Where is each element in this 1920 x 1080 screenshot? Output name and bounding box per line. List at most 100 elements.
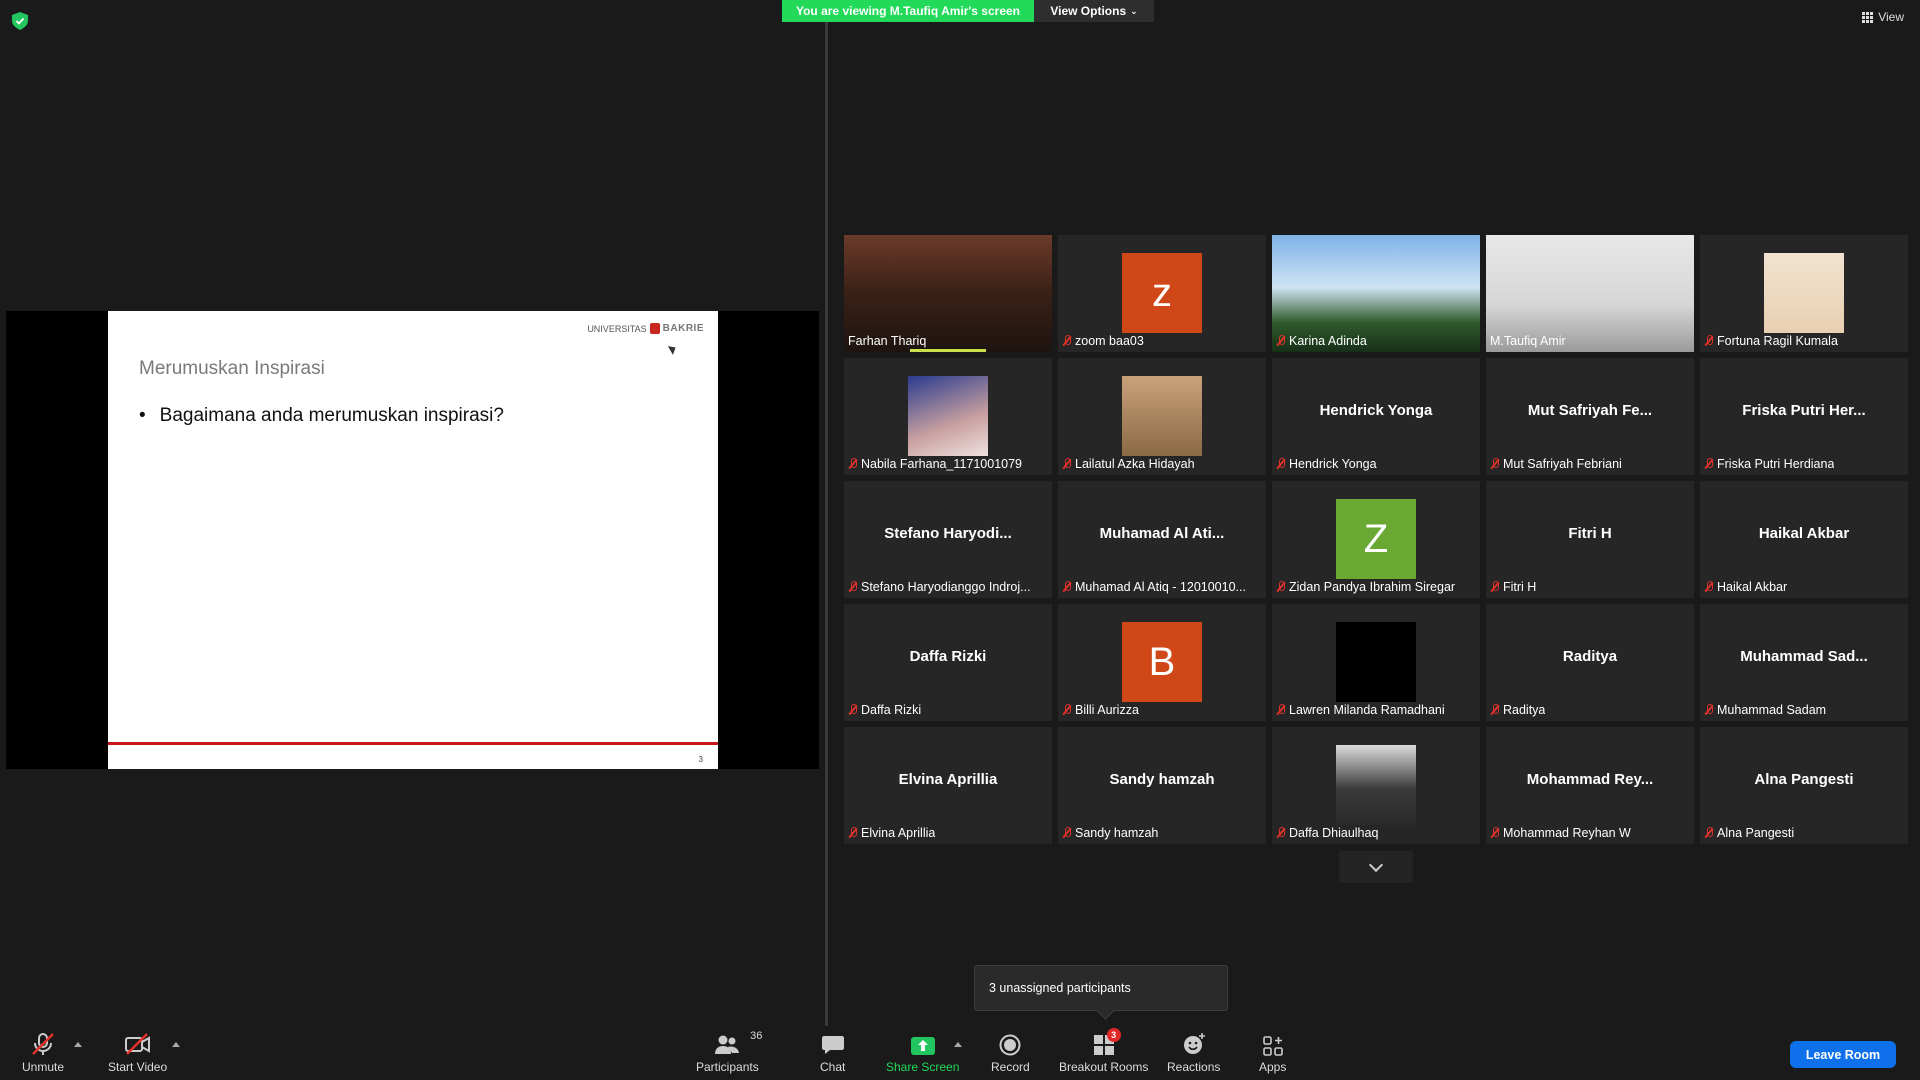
participant-name-label: zoom baa03 [1062, 334, 1144, 348]
slide-title: Merumuskan Inspirasi [139, 358, 325, 379]
grid-icon [1862, 11, 1874, 23]
participant-name-label: M.Taufiq Amir [1490, 334, 1566, 348]
participant-tile[interactable]: B Billi Aurizza [1058, 604, 1266, 721]
breakout-rooms-button[interactable]: 3 Breakout Rooms [1059, 1028, 1148, 1074]
participant-name: Mut Safriyah Febriani [1503, 457, 1622, 471]
participant-tile[interactable]: Daffa Dhiaulhaq [1272, 727, 1480, 844]
participant-tile[interactable]: Fortuna Ragil Kumala [1700, 235, 1908, 352]
apps-label: Apps [1259, 1060, 1287, 1074]
muted-mic-icon [1276, 335, 1286, 347]
participant-tile[interactable]: Muhammad Sad... Muhammad Sadam [1700, 604, 1908, 721]
participant-name-label: Alna Pangesti [1704, 826, 1794, 840]
chat-label: Chat [820, 1060, 846, 1074]
participant-name-label: Daffa Dhiaulhaq [1276, 826, 1378, 840]
chat-button[interactable]: Chat [820, 1032, 845, 1074]
participant-tile[interactable]: Fitri H Fitri H [1486, 481, 1694, 598]
participant-name: Muhamad Al Atiq - 12010010... [1075, 580, 1246, 594]
participant-tile[interactable]: Farhan Thariq [844, 235, 1052, 352]
participant-tile[interactable]: Sandy hamzah Sandy hamzah [1058, 727, 1266, 844]
record-button[interactable]: Record [991, 1032, 1030, 1074]
share-screen-button[interactable]: Share Screen [886, 1032, 959, 1074]
participant-tile[interactable]: Mohammad Rey... Mohammad Reyhan W [1486, 727, 1694, 844]
participant-tile[interactable]: Lailatul Azka Hidayah [1058, 358, 1266, 475]
unmute-button[interactable]: Unmute [22, 1032, 64, 1074]
participant-avatar [908, 376, 988, 456]
participant-name: Elvina Aprillia [861, 826, 936, 840]
participant-name-label: Stefano Haryodianggo Indroj... [848, 580, 1031, 594]
participant-tile[interactable]: Stefano Haryodi... Stefano Haryodianggo I… [844, 481, 1052, 598]
participant-name-label: Fitri H [1490, 580, 1536, 594]
participant-display-name: Daffa Rizki [909, 648, 987, 665]
participant-name: Daffa Rizki [861, 703, 922, 717]
participant-name: zoom baa03 [1075, 334, 1144, 348]
muted-mic-icon [1276, 581, 1286, 593]
participant-tile[interactable]: Haikal Akbar Haikal Akbar [1700, 481, 1908, 598]
view-button[interactable]: View [1862, 10, 1904, 24]
participant-tile[interactable]: Daffa Rizki Daffa Rizki [844, 604, 1052, 721]
participant-tile[interactable]: Friska Putri Her... Friska Putri Herdiana [1700, 358, 1908, 475]
logo-mark-icon [649, 323, 660, 334]
participant-tile[interactable]: Alna Pangesti Alna Pangesti [1700, 727, 1908, 844]
participant-name-label: Lawren Milanda Ramadhani [1276, 703, 1445, 717]
split-divider[interactable] [825, 22, 828, 1028]
participant-name: Fortuna Ragil Kumala [1717, 334, 1838, 348]
muted-mic-icon [1704, 458, 1714, 470]
meeting-toolbar: Unmute Start Video 36 Participants Chat … [0, 1026, 1920, 1080]
view-label: View [1878, 10, 1904, 24]
leave-room-button[interactable]: Leave Room [1790, 1041, 1896, 1068]
participant-display-name: Friska Putri Her... [1742, 402, 1866, 419]
muted-mic-icon [1490, 581, 1500, 593]
participant-tile[interactable]: Elvina Aprillia Elvina Aprillia [844, 727, 1052, 844]
muted-mic-icon [1062, 335, 1072, 347]
muted-mic-icon [1276, 458, 1286, 470]
participant-name: Lawren Milanda Ramadhani [1289, 703, 1445, 717]
participant-name-label: Lailatul Azka Hidayah [1062, 457, 1195, 471]
participant-tile[interactable]: Z Zidan Pandya Ibrahim Siregar [1272, 481, 1480, 598]
participant-name: Billi Aurizza [1075, 703, 1139, 717]
share-screen-icon [910, 1037, 935, 1055]
muted-mic-icon [1062, 827, 1072, 839]
participant-tile[interactable]: Hendrick Yonga Hendrick Yonga [1272, 358, 1480, 475]
chat-icon [821, 1036, 844, 1054]
participant-display-name: Sandy hamzah [1109, 771, 1215, 788]
participant-tile[interactable]: M.Taufiq Amir [1486, 235, 1694, 352]
video-options-caret[interactable] [172, 1042, 180, 1047]
participant-name-label: Muhammad Sadam [1704, 703, 1826, 717]
participants-icon [715, 1035, 740, 1054]
participant-tile[interactable]: Karina Adinda [1272, 235, 1480, 352]
participant-name: Karina Adinda [1289, 334, 1367, 348]
participant-name-label: Karina Adinda [1276, 334, 1367, 348]
share-options-caret[interactable] [954, 1042, 962, 1047]
participant-tile[interactable]: Nabila Farhana_1171001079 [844, 358, 1052, 475]
participant-name-label: Billi Aurizza [1062, 703, 1139, 717]
view-options-button[interactable]: View Options ⌄ [1034, 0, 1154, 22]
muted-mic-icon [1704, 827, 1714, 839]
participants-button[interactable]: 36 Participants [696, 1030, 763, 1074]
participant-name-label: Raditya [1490, 703, 1545, 717]
participant-tile[interactable]: Muhamad Al Ati... Muhamad Al Atiq - 12010… [1058, 481, 1266, 598]
participant-tile[interactable]: Lawren Milanda Ramadhani [1272, 604, 1480, 721]
participant-tile[interactable]: Raditya Raditya [1486, 604, 1694, 721]
participant-tile[interactable]: Mut Safriyah Fe... Mut Safriyah Febriani [1486, 358, 1694, 475]
participant-display-name: Haikal Akbar [1758, 525, 1850, 542]
reactions-label: Reactions [1167, 1060, 1221, 1074]
chevron-down-icon [1368, 857, 1384, 873]
muted-mic-icon [1704, 581, 1714, 593]
participant-avatar [1122, 376, 1202, 456]
start-video-button[interactable]: Start Video [108, 1032, 167, 1074]
participant-name: Farhan Thariq [848, 334, 927, 348]
gallery-next-page-button[interactable] [1339, 851, 1413, 883]
muted-mic-icon [848, 704, 858, 716]
microphone-muted-icon [32, 1033, 54, 1055]
reactions-button[interactable]: Reactions [1167, 1032, 1220, 1074]
participant-name-label: Zidan Pandya Ibrahim Siregar [1276, 580, 1455, 594]
audio-options-caret[interactable] [74, 1042, 82, 1047]
participants-count: 36 [750, 1030, 763, 1042]
unassigned-participants-tooltip: 3 unassigned participants [974, 965, 1228, 1011]
apps-icon [1262, 1036, 1283, 1056]
apps-button[interactable]: Apps [1259, 1032, 1286, 1074]
security-shield-icon[interactable] [12, 12, 28, 30]
participant-tile[interactable]: z zoom baa03 [1058, 235, 1266, 352]
record-icon [999, 1034, 1021, 1056]
participant-name-label: Fortuna Ragil Kumala [1704, 334, 1838, 348]
